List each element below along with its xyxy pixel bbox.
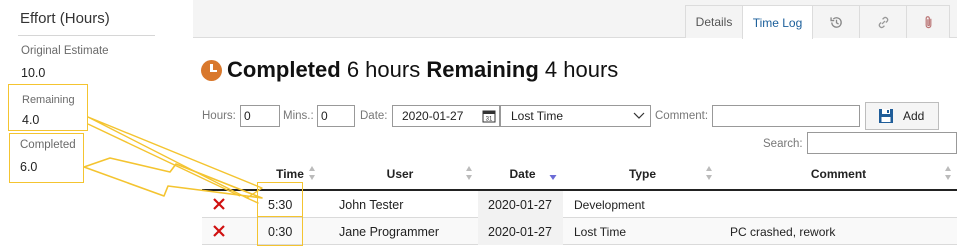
summary-completed-text: 6 hours — [346, 57, 421, 82]
mins-label: Mins.: — [283, 110, 314, 122]
date-cell: 2020-01-27 — [488, 197, 552, 212]
date-cell: 2020-01-27 — [488, 224, 552, 239]
effort-divider — [18, 35, 155, 36]
user-cell: Jane Programmer — [339, 224, 440, 239]
link-icon — [876, 15, 891, 30]
mins-input[interactable]: 0 — [317, 105, 355, 127]
column-header-user[interactable]: User — [320, 160, 480, 187]
sort-both-icon — [945, 166, 951, 180]
effort-panel: Effort (Hours) Original Estimate 10.0 Re… — [0, 0, 193, 247]
summary-completed-label: Completed — [227, 57, 341, 82]
comment-label: Comment: — [655, 110, 709, 122]
sort-descending-icon — [549, 175, 557, 180]
type-select[interactable]: Lost Time — [500, 105, 651, 127]
calendar-icon[interactable]: 31 — [482, 109, 496, 126]
column-header-comment[interactable]: Comment — [720, 160, 957, 187]
type-cell: Development — [574, 197, 645, 212]
original-estimate-value: 10.0 — [21, 66, 46, 80]
delete-icon[interactable] — [212, 224, 226, 238]
date-input[interactable]: 2020-01-27 31 — [392, 105, 500, 127]
tab-details[interactable]: Details — [685, 5, 743, 38]
type-select-value: Lost Time — [511, 109, 564, 123]
effort-title: Effort (Hours) — [20, 10, 110, 27]
tab-links[interactable] — [859, 5, 907, 38]
original-estimate-label: Original Estimate — [21, 45, 109, 57]
remaining-label: Remaining — [22, 94, 75, 106]
time-highlight-divider — [257, 182, 303, 217]
history-icon — [829, 15, 844, 30]
chevron-down-icon — [632, 110, 646, 125]
hours-input[interactable]: 0 — [240, 105, 280, 127]
hours-label: Hours: — [202, 110, 236, 122]
user-cell: John Tester — [339, 197, 404, 212]
add-button[interactable]: Add — [865, 102, 939, 130]
table-row: 0:30 Jane Programmer 2020-01-27 Lost Tim… — [202, 218, 957, 245]
summary-remaining-text: 4 hours — [544, 57, 619, 82]
sort-both-icon — [466, 166, 472, 180]
comment-input[interactable] — [712, 105, 860, 127]
tab-attachments[interactable] — [906, 5, 950, 38]
completed-value: 6.0 — [20, 160, 38, 174]
comment-cell: PC crashed, rework — [730, 224, 836, 239]
paperclip-icon — [922, 15, 935, 30]
sort-both-icon — [309, 166, 315, 180]
type-cell: Lost Time — [574, 224, 627, 239]
remaining-highlight-box — [8, 84, 88, 131]
remaining-value: 4.0 — [22, 113, 40, 127]
save-icon — [878, 108, 894, 124]
svg-text:31: 31 — [486, 117, 493, 123]
delete-icon[interactable] — [212, 197, 226, 211]
date-input-value: 2020-01-27 — [402, 109, 464, 123]
column-header-type[interactable]: Type — [565, 160, 720, 187]
tab-time-log[interactable]: Time Log — [742, 5, 813, 39]
summary-remaining-label: Remaining — [426, 57, 539, 82]
table-row: 5:30 John Tester 2020-01-27 Development — [202, 191, 957, 218]
search-input[interactable] — [807, 132, 957, 154]
date-label: Date: — [360, 110, 388, 122]
clock-icon — [201, 60, 222, 81]
add-button-label: Add — [903, 109, 925, 123]
sort-both-icon — [706, 166, 712, 180]
effort-summary: Completed 6 hours Remaining 4 hours — [227, 57, 618, 83]
search-label: Search: — [763, 138, 803, 150]
completed-label: Completed — [20, 139, 76, 151]
tab-history[interactable] — [812, 5, 860, 38]
